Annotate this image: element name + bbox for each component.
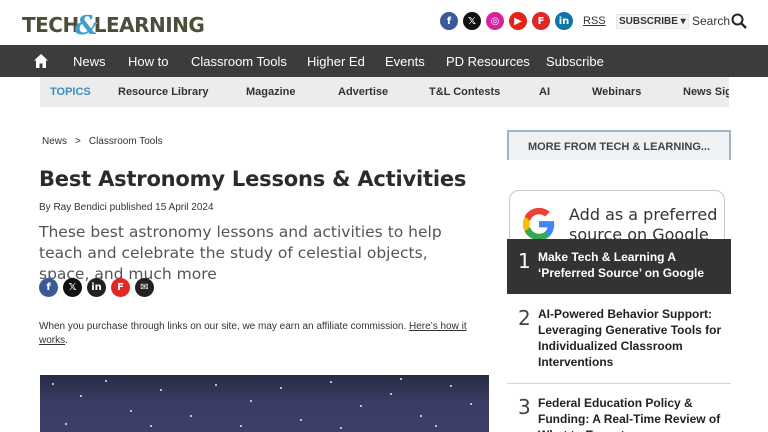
share-flipboard-icon[interactable]: F xyxy=(111,278,130,297)
topic-advertise[interactable]: Advertise xyxy=(338,86,388,98)
logo-text-left: TECH xyxy=(22,13,79,37)
home-icon[interactable] xyxy=(33,53,49,69)
youtube-icon[interactable]: ▶ xyxy=(509,12,527,30)
nav-item-how-to[interactable]: How to xyxy=(128,54,168,69)
hero-image-night-sky xyxy=(40,375,489,432)
star xyxy=(215,384,217,386)
star xyxy=(450,385,452,387)
search-label[interactable]: Search xyxy=(692,14,730,28)
nav-item-higher-ed[interactable]: Higher Ed xyxy=(307,54,365,69)
star xyxy=(240,425,242,427)
breadcrumb-classroom-tools[interactable]: Classroom Tools xyxy=(89,136,163,147)
logo-text-right: LEARNING xyxy=(93,13,205,37)
rss-link[interactable]: RSS xyxy=(583,15,606,27)
more-from-title: MORE FROM TECH & LEARNING... xyxy=(527,141,711,153)
star xyxy=(80,395,82,397)
star xyxy=(360,405,362,407)
topics-label: TOPICS xyxy=(50,86,91,98)
star xyxy=(65,423,67,425)
topic-magazine[interactable]: Magazine xyxy=(246,86,296,98)
trending-item-3[interactable]: 3 Federal Education Policy & Funding: A … xyxy=(507,393,731,432)
topics-bar: TOPICS Resource Library Magazine Adverti… xyxy=(40,77,729,107)
star xyxy=(300,419,302,421)
article-byline: By Ray Bendici published 15 April 2024 xyxy=(39,202,214,213)
topic-webinars[interactable]: Webinars xyxy=(592,86,641,98)
share-facebook-icon[interactable]: f xyxy=(39,278,58,297)
trending-number: 2 xyxy=(518,306,531,330)
trending-item-1[interactable]: 1 Make Tech & Learning A ‘Preferred Sour… xyxy=(507,239,731,294)
google-preferred-source-card[interactable]: Add as a preferred source on Google xyxy=(509,190,725,246)
article-title: Best Astronomy Lessons & Activities xyxy=(39,167,467,191)
affiliate-end: . xyxy=(65,335,68,346)
star xyxy=(52,383,54,385)
share-linkedin-icon[interactable]: in xyxy=(87,278,106,297)
linkedin-icon[interactable]: in xyxy=(555,12,573,30)
star xyxy=(105,380,107,382)
nav-item-events[interactable]: Events xyxy=(385,54,425,69)
breadcrumb-news[interactable]: News xyxy=(42,136,67,147)
star xyxy=(435,425,437,427)
search-icon[interactable] xyxy=(731,13,747,29)
trending-number: 3 xyxy=(518,395,531,419)
affiliate-disclaimer: When you purchase through links on our s… xyxy=(39,320,489,348)
star xyxy=(130,410,132,412)
breadcrumb: News > Classroom Tools xyxy=(42,136,163,147)
trending-title: Make Tech & Learning A ‘Preferred Source… xyxy=(538,250,705,280)
star xyxy=(330,381,332,383)
trending-title: AI-Powered Behavior Support: Leveraging … xyxy=(538,307,722,369)
star xyxy=(280,387,282,389)
topic-news-sig[interactable]: News Sig xyxy=(683,86,729,98)
share-email-icon[interactable]: ✉ xyxy=(135,278,154,297)
star xyxy=(150,425,152,427)
star xyxy=(420,415,422,417)
trending-item-2[interactable]: 2 AI-Powered Behavior Support: Leveragin… xyxy=(507,303,731,373)
star xyxy=(400,378,402,380)
more-from-header: MORE FROM TECH & LEARNING... xyxy=(507,130,731,160)
google-g-icon xyxy=(522,207,555,241)
logo-ampersand: & xyxy=(74,11,98,41)
star xyxy=(470,403,472,405)
trending-number: 1 xyxy=(518,249,531,273)
site-logo[interactable]: TECH&LEARNING xyxy=(22,9,205,41)
social-links: f 𝕏 ◎ ▶ Fin xyxy=(440,12,573,30)
flipboard-icon[interactable]: F xyxy=(532,12,550,30)
nav-item-subscribe[interactable]: Subscribe xyxy=(546,54,604,69)
star xyxy=(390,393,392,395)
star xyxy=(160,389,162,391)
breadcrumb-separator: > xyxy=(75,136,81,147)
trending-title: Federal Education Policy & Funding: A Re… xyxy=(538,396,721,432)
subscribe-dropdown[interactable]: SUBSCRIBE ▾ xyxy=(616,14,689,29)
x-icon[interactable]: 𝕏 xyxy=(463,12,481,30)
star xyxy=(340,427,342,429)
star xyxy=(190,415,192,417)
nav-item-classroom-tools[interactable]: Classroom Tools xyxy=(191,54,287,69)
topic-resource-library[interactable]: Resource Library xyxy=(118,86,208,98)
sidebar-divider xyxy=(507,383,731,384)
nav-item-news[interactable]: News xyxy=(73,54,106,69)
topic-tl-contests[interactable]: T&L Contests xyxy=(429,86,500,98)
google-card-line1: Add as a preferred xyxy=(569,205,718,224)
star xyxy=(250,400,252,402)
share-x-icon[interactable]: 𝕏 xyxy=(63,278,82,297)
article-standfirst: These best astronomy lessons and activit… xyxy=(39,223,442,283)
share-buttons: f 𝕏in F ✉ xyxy=(39,278,154,297)
affiliate-text: When you purchase through links on our s… xyxy=(39,321,409,332)
instagram-icon[interactable]: ◎ xyxy=(486,12,504,30)
topic-ai[interactable]: AI xyxy=(539,86,550,98)
facebook-icon[interactable]: f xyxy=(440,12,458,30)
site-header: TECH&LEARNING f 𝕏 ◎ ▶ Fin RSS SUBSCRIBE ▾ Se… xyxy=(0,0,768,45)
main-nav: News How to Classroom Tools Higher Ed Ev… xyxy=(0,45,768,77)
nav-item-pd-resources[interactable]: PD Resources xyxy=(446,54,530,69)
